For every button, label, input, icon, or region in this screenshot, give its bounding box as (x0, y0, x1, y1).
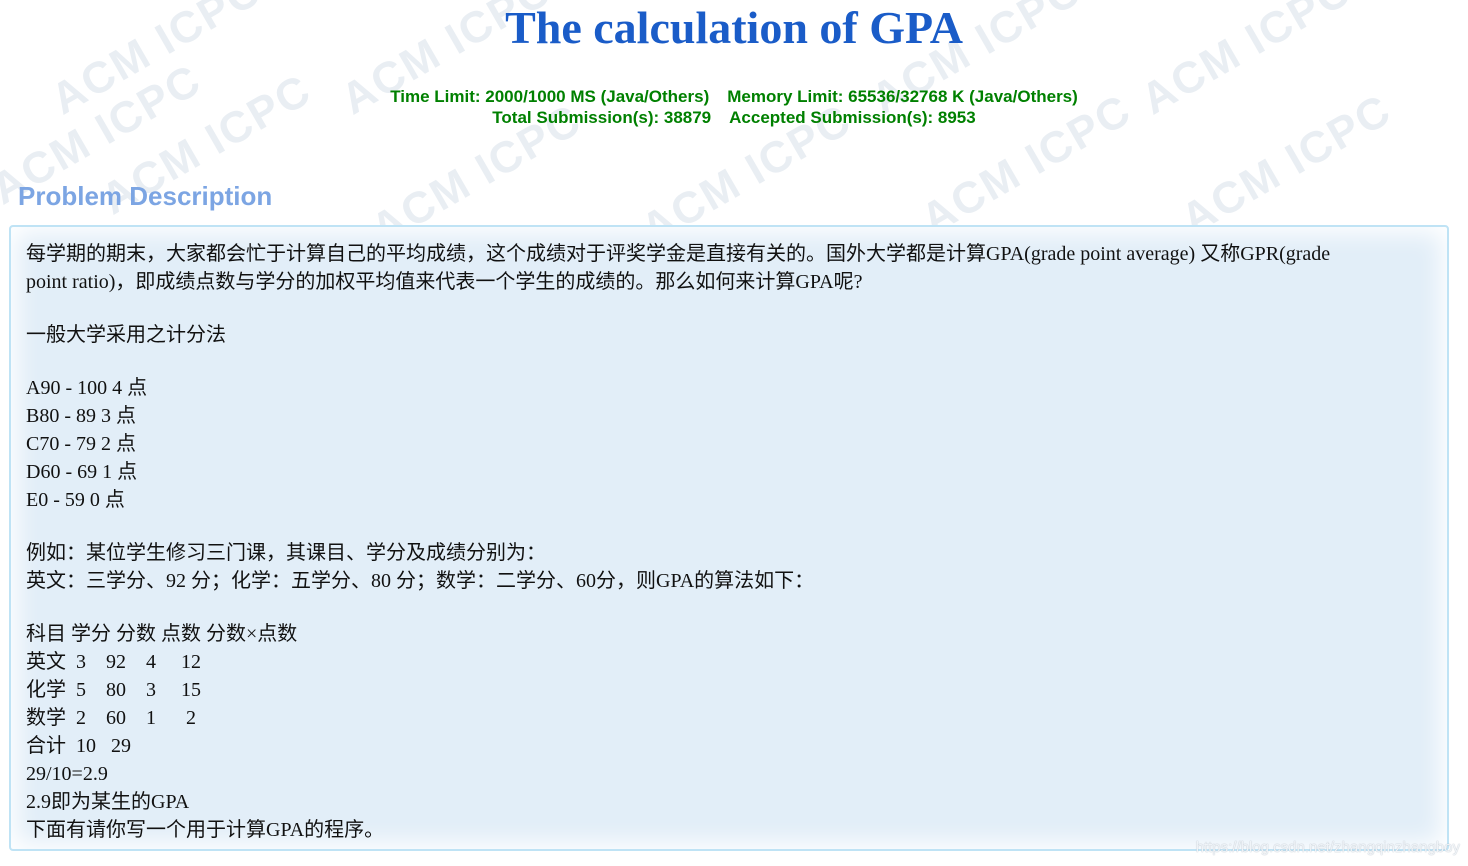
table-row: 化学 5 80 3 15 (26, 679, 201, 701)
grade-line: B80 - 89 3 点 (26, 405, 136, 427)
table-header: 科目 学分 分数 点数 分数×点数 (26, 623, 298, 645)
grade-line: D60 - 69 1 点 (26, 461, 138, 483)
time-limit: Time Limit: 2000/1000 MS (Java/Others) (390, 87, 710, 106)
table-row: 数学 2 60 1 2 (26, 707, 196, 729)
grade-line: E0 - 59 0 点 (26, 489, 125, 511)
page-title: The calculation of GPA (505, 2, 963, 53)
method-heading: 一般大学采用之计分法 (26, 324, 226, 346)
problem-page: ACM ICPC ACM ICPC ACM ICPC ACM ICPC ACM … (0, 0, 1468, 866)
total-submissions: Total Submission(s): 38879 (492, 108, 712, 127)
calc-line: 29/10=2.9 (26, 763, 108, 785)
limits-row-2: Total Submission(s): 38879 Accepted Submi… (0, 107, 1468, 128)
example-line-1: 例如：某位学生修习三门课，其课目、学分及成绩分别为： (26, 542, 546, 564)
table-row: 合计 10 29 (26, 735, 131, 757)
example-line-2: 英文：三学分、92 分；化学：五学分、80 分；数学：二学分、60分，则GPA的… (26, 570, 815, 592)
table-row: 英文 3 92 4 12 (26, 651, 201, 673)
grade-line: C70 - 79 2 点 (26, 433, 136, 455)
limits-block: Time Limit: 2000/1000 MS (Java/Others) Me… (0, 86, 1468, 128)
problem-description-content: 每学期的期末，大家都会忙于计算自己的平均成绩，这个成绩对于评奖学金是直接有关的。… (26, 240, 1426, 844)
section-title-problem-description: Problem Description (18, 181, 273, 211)
intro-line-2: point ratio)，即成绩点数与学分的加权平均值来代表一个学生的成绩的。那… (26, 271, 863, 293)
limits-row-1: Time Limit: 2000/1000 MS (Java/Others) Me… (0, 86, 1468, 107)
accepted-submissions: Accepted Submission(s): 8953 (729, 108, 976, 127)
memory-limit: Memory Limit: 65536/32768 K (Java/Others… (727, 87, 1078, 106)
source-credit: https://blog.csdn.net/zhangqinzhangboy (1195, 839, 1460, 856)
grade-line: A90 - 100 4 点 (26, 377, 148, 399)
intro-line-1: 每学期的期末，大家都会忙于计算自己的平均成绩，这个成绩对于评奖学金是直接有关的。… (26, 243, 1331, 265)
result-line: 2.9即为某生的GPA (26, 791, 190, 813)
